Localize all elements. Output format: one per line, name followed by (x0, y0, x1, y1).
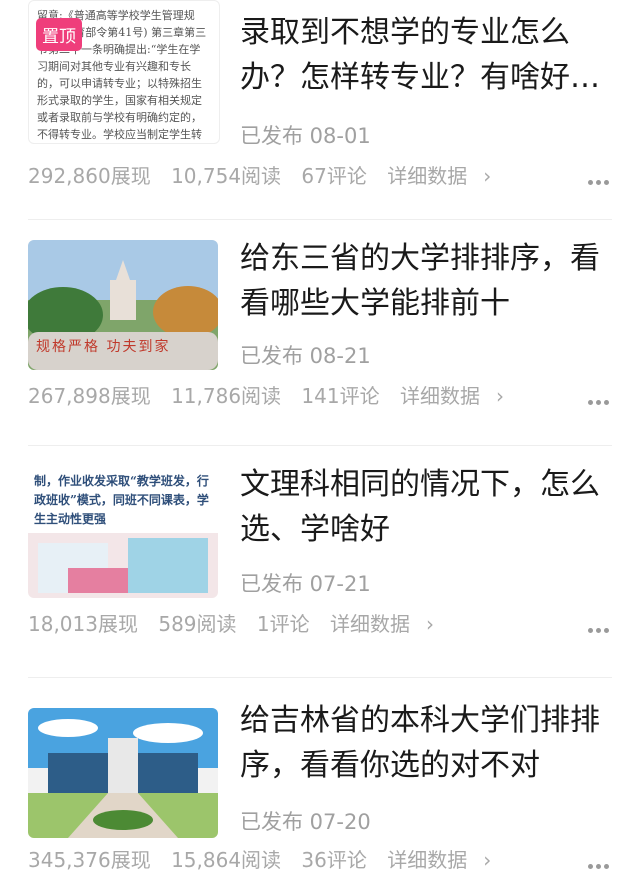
chevron-right-icon: › (483, 848, 492, 872)
article-stats: 18,013展现 589阅读 1评论 详细数据 › (28, 608, 462, 637)
views-count: 292,860展现 (28, 164, 151, 188)
more-dots-icon[interactable] (588, 170, 612, 185)
reads-count: 10,754阅读 (171, 164, 282, 188)
article-stats: 345,376展现 15,864阅读 36评论 详细数据 › (28, 844, 519, 873)
reads-count: 11,786阅读 (171, 384, 282, 408)
publish-status: 已发布 08-21 (240, 344, 371, 368)
pinned-badge: 置顶 (36, 18, 82, 51)
gate-inscription: 规格严格 功夫到家 (36, 339, 171, 355)
details-link[interactable]: 详细数据 › (387, 164, 505, 188)
more-dots-icon[interactable] (588, 618, 612, 633)
views-count: 345,376展现 (28, 848, 151, 872)
article-item[interactable]: 制，作业收发采取“教学班发，行政班收”模式，同班不同课表，学生主动性更强 文理科… (0, 446, 640, 678)
details-link[interactable]: 详细数据 › (400, 384, 518, 408)
reads-count: 15,864阅读 (171, 848, 282, 872)
thumbnail-caption: 制，作业收发采取“教学班发，行政班收”模式，同班不同课表，学生主动性更强 (34, 474, 209, 526)
article-stats: 267,898展现 11,786阅读 141评论 详细数据 › (28, 380, 532, 409)
article-title[interactable]: 给东三省的大学排排序，看看哪些大学能排前十 (240, 236, 610, 326)
chevron-right-icon: › (425, 612, 434, 636)
article-title[interactable]: 文理科相同的情况下，怎么选、学啥好 (240, 462, 610, 552)
comments-count: 36评论 (301, 848, 367, 872)
views-count: 267,898展现 (28, 384, 151, 408)
publish-status: 已发布 08-01 (240, 124, 371, 148)
comments-count: 67评论 (301, 164, 367, 188)
campus-building-image (28, 708, 218, 838)
details-link[interactable]: 详细数据 › (387, 848, 505, 872)
article-thumbnail[interactable]: 制，作业收发采取“教学班发，行政班收”模式，同班不同课表，学生主动性更强 (28, 468, 218, 598)
article-thumbnail[interactable] (28, 708, 218, 838)
chevron-right-icon: › (495, 384, 504, 408)
article-title[interactable]: 录取到不想学的专业怎么办？怎样转专业？有啥好… (240, 10, 610, 100)
article-thumbnail[interactable]: 规格严格 功夫到家 (28, 240, 218, 370)
article-item[interactable]: 规格严格 功夫到家 给东三省的大学排排序，看看哪些大学能排前十 已发布 08-2… (0, 220, 640, 446)
article-item[interactable]: 留意:《普通高等学校学生管理规定》(教育部令第41号) 第三章第三节第二十一条明… (0, 0, 640, 220)
chevron-right-icon: › (483, 164, 492, 188)
article-stats: 292,860展现 10,754阅读 67评论 详细数据 › (28, 160, 519, 189)
comments-count: 141评论 (301, 384, 380, 408)
article-item[interactable]: 给吉林省的本科大学们排排序，看看你选的对不对 已发布 07-20 345,376… (0, 678, 640, 873)
classroom-image (28, 533, 218, 598)
details-link[interactable]: 详细数据 › (330, 612, 448, 636)
publish-status: 已发布 07-20 (240, 810, 371, 834)
more-dots-icon[interactable] (588, 390, 612, 405)
views-count: 18,013展现 (28, 612, 138, 636)
comments-count: 1评论 (256, 612, 310, 636)
publish-status: 已发布 07-21 (240, 572, 371, 596)
more-dots-icon[interactable] (588, 854, 612, 869)
reads-count: 589阅读 (158, 612, 237, 636)
article-title[interactable]: 给吉林省的本科大学们排排序，看看你选的对不对 (240, 698, 610, 788)
